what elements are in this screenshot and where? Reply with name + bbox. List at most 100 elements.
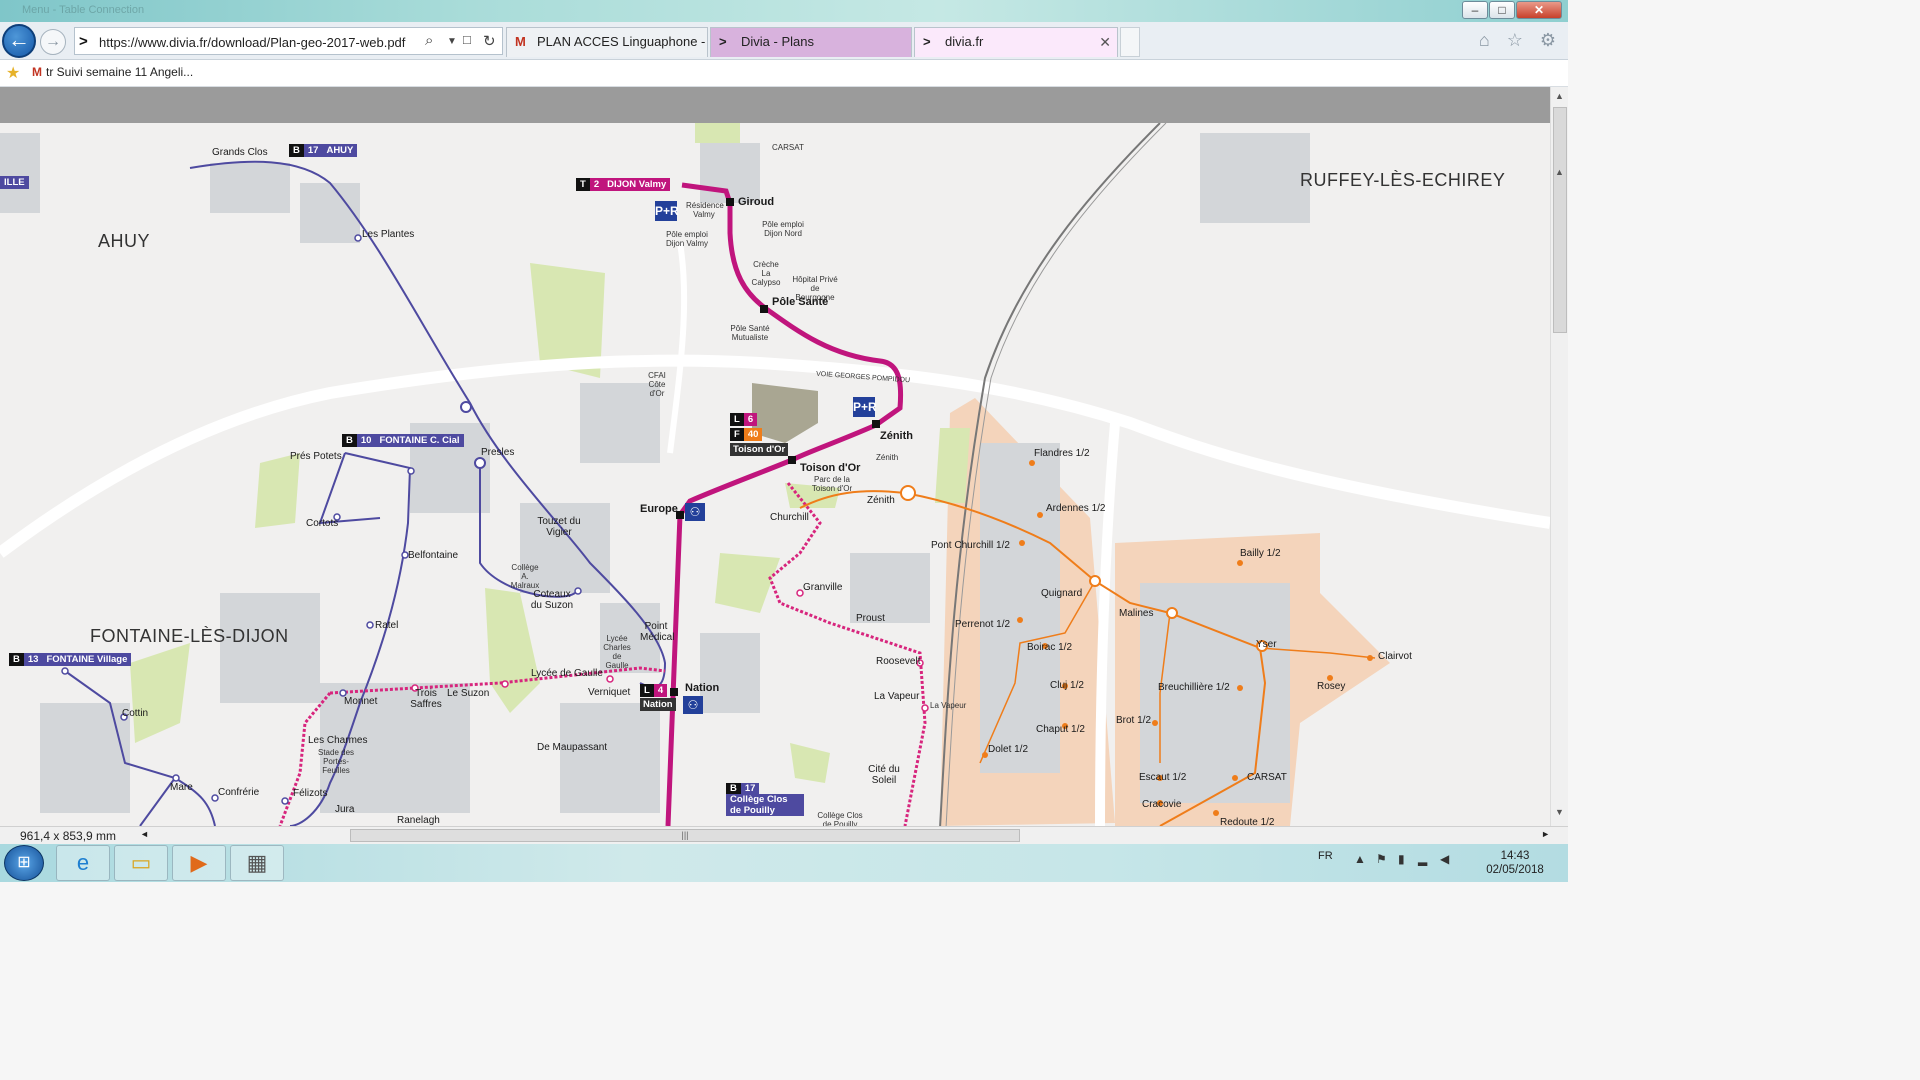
forward-button[interactable]: → xyxy=(40,29,66,55)
park-and-ride-icon: P+R xyxy=(853,397,877,417)
poi-label: Pôle Santé Mutualiste xyxy=(730,324,770,342)
favorite-label: tr Suivi semaine 11 Angeli... xyxy=(46,65,194,79)
refresh-icon[interactable]: ↻ xyxy=(483,32,496,50)
pdf-map-view[interactable]: AHUY RUFFEY-LÈS-ECHIREY FONTAINE-LÈS-DIJ… xyxy=(0,123,1550,826)
maximize-button[interactable]: □ xyxy=(1489,1,1515,19)
favorites-star-icon[interactable]: ★ xyxy=(6,63,20,83)
line-badge-b13: B 13 FONTAINE Village xyxy=(9,653,132,666)
town-label: FONTAINE-LÈS-DIJON xyxy=(90,626,289,646)
media-player-icon[interactable]: ▶ xyxy=(172,845,226,881)
scroll-thumb[interactable]: ||| xyxy=(350,829,1020,842)
scroll-thumb[interactable] xyxy=(1553,107,1567,333)
tray-expand-icon[interactable]: ▲ xyxy=(1354,852,1366,866)
status-bar: 961,4 x 853,9 mm ◄ ||| ► xyxy=(0,826,1568,844)
scroll-left-icon[interactable]: ◄ xyxy=(140,829,149,839)
clock[interactable]: 14:43 02/05/2018 xyxy=(1478,849,1552,877)
poi-label: Collège A. Malraux xyxy=(510,563,540,590)
internet-explorer-icon[interactable]: e xyxy=(56,845,110,881)
green-area xyxy=(695,123,740,143)
line-badge: ILLE xyxy=(0,176,29,189)
scroll-right-icon[interactable]: ► xyxy=(1541,829,1550,839)
line-badge-l6: L6 xyxy=(730,413,758,426)
scroll-down-icon[interactable]: ▼ xyxy=(1555,807,1564,817)
poi-label: Pôle emploi Dijon Nord xyxy=(762,220,804,238)
stop-label: Boirac 1/2 xyxy=(1027,642,1073,653)
clock-date: 02/05/2018 xyxy=(1486,864,1544,876)
stop-label: Point Médical xyxy=(640,621,675,643)
bike-station-icon: ⚇ xyxy=(685,503,705,521)
window-title-bar: Menu - Table Connection – □ ✕ xyxy=(0,0,1568,22)
tab-plan-acces[interactable]: M PLAN ACCES Linguaphone - cl... xyxy=(506,27,708,57)
horizontal-scrollbar[interactable]: ◄ ||| ► xyxy=(140,829,1550,843)
calendar-app-icon[interactable]: ▦ xyxy=(230,845,284,881)
stop-label: Perrenot 1/2 xyxy=(955,619,1011,630)
address-bar[interactable]: > ⌕ ▼ □ ↻ xyxy=(74,27,503,55)
stop-label: Quignard xyxy=(1041,588,1083,599)
stop-label: Toison d'Or xyxy=(800,462,861,474)
volume-icon[interactable]: ◀ xyxy=(1440,852,1449,866)
stop-label: Trois Saffres xyxy=(410,688,442,710)
stop-label-nation: Nation xyxy=(640,698,676,711)
favorite-item[interactable]: Mtr Suivi semaine 11 Angeli... xyxy=(32,65,193,79)
tab-divia-fr[interactable]: > divia.fr ✕ xyxy=(914,27,1118,57)
tab-label: divia.fr xyxy=(945,34,984,49)
tab-divia-plans[interactable]: > Divia - Plans xyxy=(710,27,912,57)
stop-label: Cluj 1/2 xyxy=(1050,680,1084,691)
poi-label: Stade des Portes-Feuilles xyxy=(317,748,355,775)
stop-label: Les Charmes xyxy=(308,735,368,746)
stop-label: CARSAT xyxy=(1247,772,1287,783)
stop-label: Breuchillière 1/2 xyxy=(1158,682,1230,693)
stop-label: Nation xyxy=(685,682,720,694)
file-explorer-icon[interactable]: ▭ xyxy=(114,845,168,881)
search-icon[interactable]: ⌕ xyxy=(425,32,433,49)
windows-taskbar: ⊞ e ▭ ▶ ▦ FR ▲ ⚑ ▮ ▂ ◀ 14:43 02/05/2018 xyxy=(0,844,1568,882)
vertical-scrollbar[interactable]: ▲ ▲ ▼ xyxy=(1550,87,1568,827)
stop-label: Escaut 1/2 xyxy=(1139,772,1187,783)
stop-label: Zénith xyxy=(880,430,913,442)
green-area xyxy=(935,428,970,503)
lock-icon[interactable]: □ xyxy=(463,32,471,47)
line-badge-t2: T 2 DIJON Valmy xyxy=(576,178,671,191)
town-label: RUFFEY-LÈS-ECHIREY xyxy=(1300,170,1506,190)
close-tab-icon[interactable]: ✕ xyxy=(1099,28,1111,56)
stop-label: Presles xyxy=(481,447,515,458)
stop-label: Europe xyxy=(640,503,678,515)
line-badge-l4: L4 xyxy=(640,684,668,697)
park-and-ride-icon: P+R xyxy=(655,201,679,221)
stop-label: Churchill xyxy=(770,512,809,523)
dropdown-arrow-icon[interactable]: ▼ xyxy=(447,36,457,47)
stop-label: Redoute 1/2 xyxy=(1220,817,1275,826)
new-tab-button[interactable] xyxy=(1120,27,1140,57)
back-button[interactable]: ← xyxy=(2,24,36,58)
divia-icon: > xyxy=(923,34,931,49)
stop-label: Touzet du Vigier xyxy=(537,516,581,538)
stop-label-toison: Toison d'Or xyxy=(730,443,789,456)
language-indicator[interactable]: FR xyxy=(1318,850,1333,862)
battery-icon[interactable]: ▮ xyxy=(1398,852,1405,866)
poi-label: Pôle emploi Dijon Valmy xyxy=(665,230,709,248)
home-favorites-settings-icons[interactable]: ⌂ ☆ ⚙ xyxy=(1479,30,1562,51)
stop-label: Proust xyxy=(856,613,885,624)
stop-label: Dolet 1/2 xyxy=(988,744,1029,755)
stop-label: Coteaux du Suzon xyxy=(530,589,574,611)
divia-site-icon: > xyxy=(79,33,88,50)
poi-label: CARSAT xyxy=(772,143,804,152)
green-area xyxy=(715,553,780,613)
divia-icon: > xyxy=(719,34,727,49)
network-icon[interactable]: ▂ xyxy=(1418,852,1427,866)
action-center-flag-icon[interactable]: ⚑ xyxy=(1376,852,1387,866)
stop-label: Yser xyxy=(1256,639,1277,650)
url-input[interactable] xyxy=(99,32,419,52)
scroll-marker: ▲ xyxy=(1555,167,1564,177)
stop-label: Lycée de Gaulle xyxy=(531,668,603,679)
minimize-button[interactable]: – xyxy=(1462,1,1488,19)
scroll-up-icon[interactable]: ▲ xyxy=(1555,91,1564,101)
start-button[interactable]: ⊞ xyxy=(4,845,44,881)
stop-label: Roosevelt xyxy=(876,656,921,667)
browser-navigation-bar: ← → > ⌕ ▼ □ ↻ M PLAN ACCES Linguaphone - … xyxy=(0,22,1568,60)
line-badge-b17: B 17 AHUY xyxy=(289,144,358,157)
green-area xyxy=(255,453,300,528)
stop-label: Belfontaine xyxy=(408,550,459,561)
poi-label: Crèche La Calypso xyxy=(751,260,781,287)
close-window-button[interactable]: ✕ xyxy=(1516,1,1562,19)
